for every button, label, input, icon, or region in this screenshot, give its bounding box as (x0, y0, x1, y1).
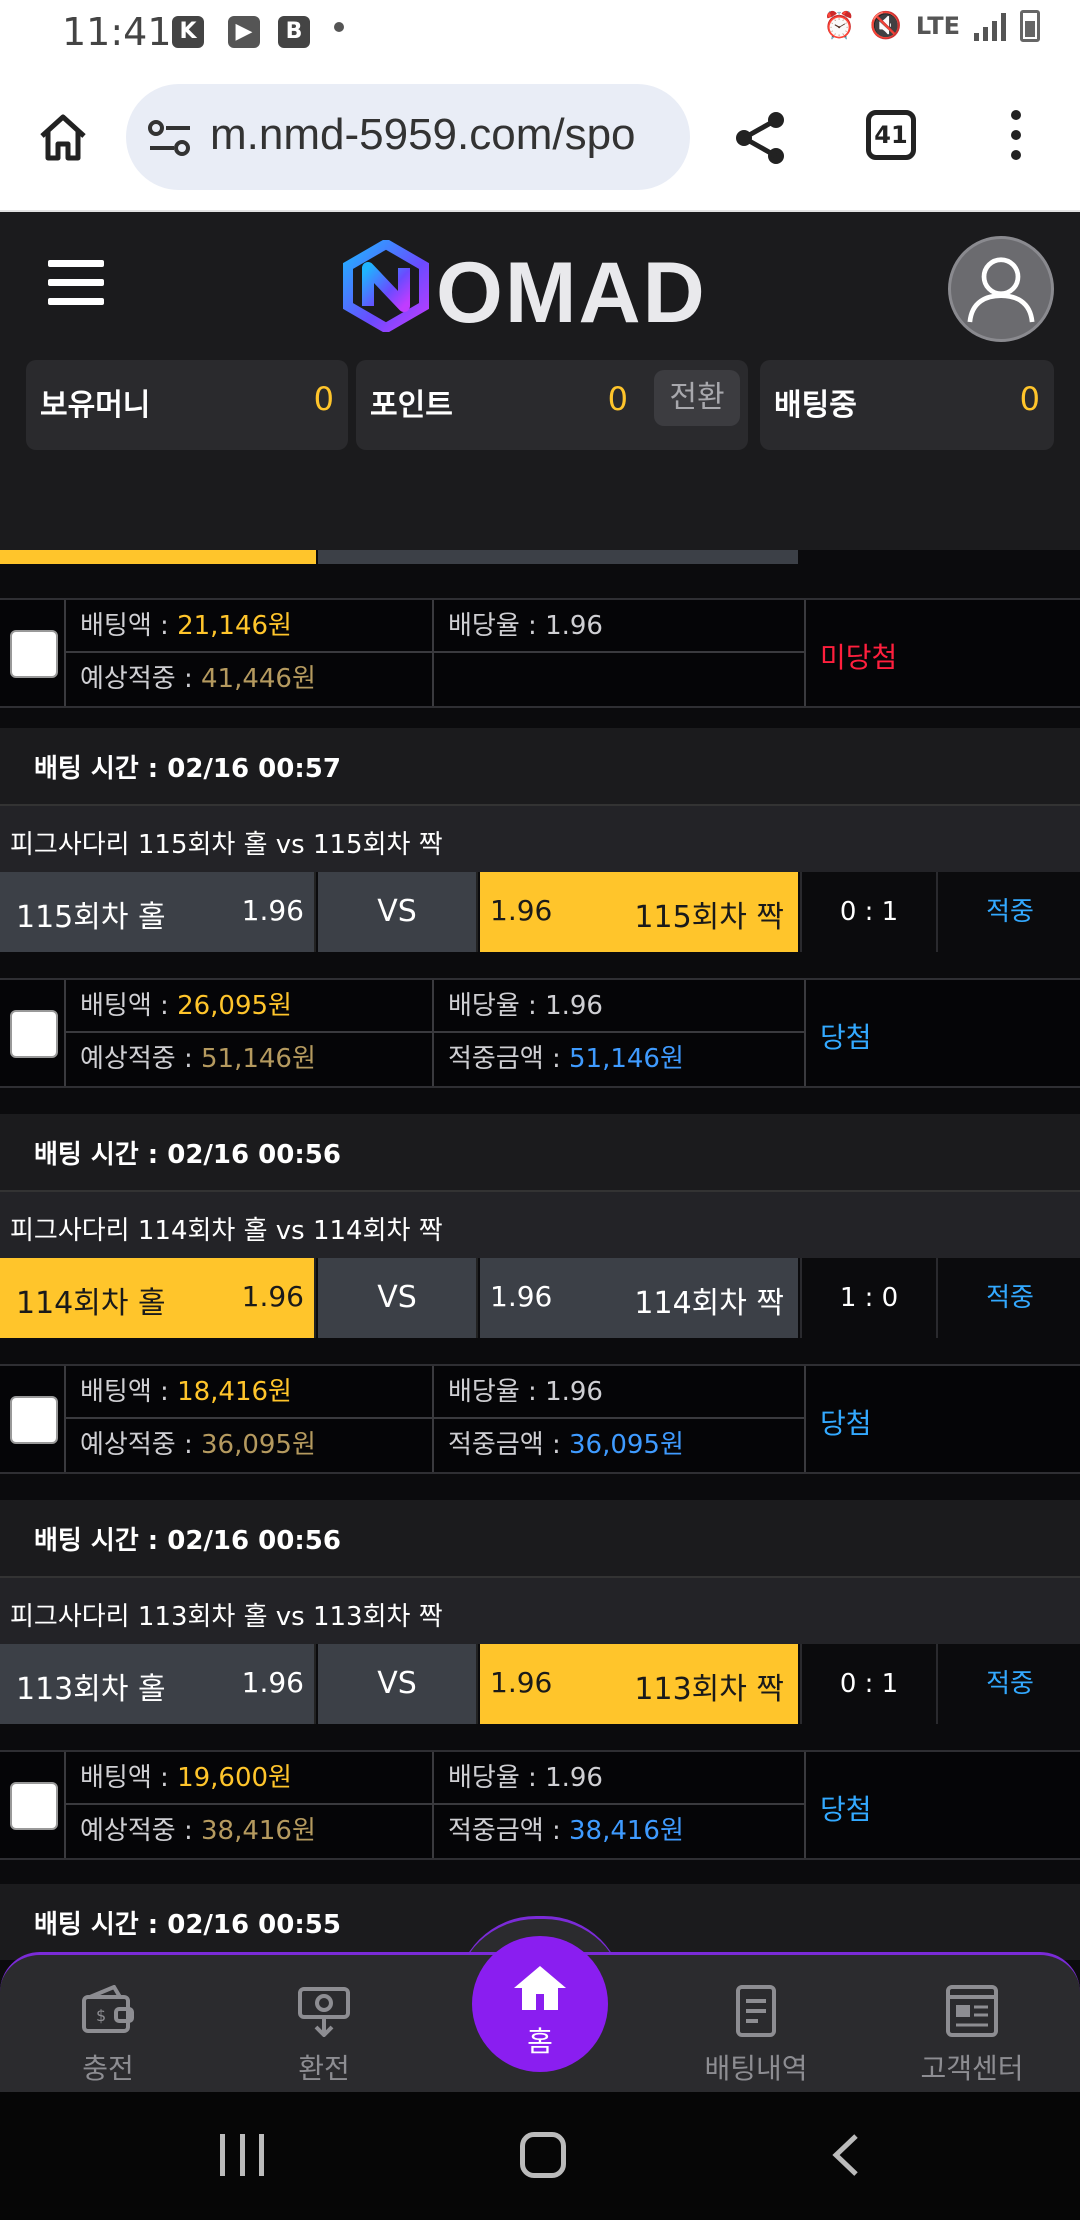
home-odds-option[interactable]: 115회차 홀 1.96 (0, 872, 316, 952)
site-settings-icon[interactable] (148, 120, 192, 156)
bet-result-block: 배팅액 : 26,095원 예상적중 : 51,146원 배당율 : 1.96 … (0, 978, 1080, 1088)
odds-value: 1.96 (545, 1763, 603, 1793)
odds-value: 1.96 (545, 611, 603, 641)
wallet-icon: $ (82, 1984, 134, 2033)
expected-win: 51,146원 (200, 1044, 316, 1074)
withdraw-icon (298, 1987, 350, 2038)
logo-text: OMAD (436, 245, 707, 341)
bet-select-checkbox[interactable] (10, 1782, 58, 1830)
logo-mark-icon (343, 240, 429, 332)
bet-select-checkbox[interactable] (10, 630, 58, 678)
game-title-row: 피그사다리 114회차 홀 vs 114회차 짝 (0, 1190, 1080, 1258)
bet-result-block: 배팅액 : 18,416원 예상적중 : 36,095원 배당율 : 1.96 … (0, 1364, 1080, 1474)
away-odds-option[interactable]: 1.96 115회차 짝 (480, 872, 798, 952)
lte-icon: LTE (915, 12, 960, 40)
battery-icon (1020, 10, 1040, 42)
site-header: OMAD 보유머니 0 포인트 0 전환 배팅중 0 (0, 212, 1080, 550)
previous-odds-row (0, 550, 1080, 566)
odds-value: 1.96 (545, 1377, 603, 1407)
hamburger-menu-icon[interactable] (48, 260, 104, 306)
site-logo[interactable]: OMAD (340, 240, 740, 341)
bet-time-row: 배팅 시간 : 02/16 00:57 (0, 728, 1080, 804)
mute-icon: 🔇 (869, 11, 902, 41)
odds-row: 115회차 홀 1.96 VS 1.96 115회차 짝 0 : 1 적중 (0, 872, 1080, 952)
bet-time-row: 배팅 시간 : 02/16 00:56 (0, 1500, 1080, 1576)
tab-switcher-icon[interactable]: 41 (866, 110, 916, 160)
game-result: 적중 (986, 897, 1034, 927)
bet-status: 당첨 (820, 1407, 872, 1440)
odds-row: 113회차 홀 1.96 VS 1.96 113회차 짝 0 : 1 적중 (0, 1644, 1080, 1724)
system-home-icon[interactable] (520, 2132, 566, 2178)
odds-row: 114회차 홀 1.96 VS 1.96 114회차 짝 1 : 0 적중 (0, 1258, 1080, 1338)
url-text[interactable]: m.nmd-5959.com/spo (210, 110, 636, 160)
away-odds-option[interactable]: 1.96 113회차 짝 (480, 1644, 798, 1724)
browser-toolbar: m.nmd-5959.com/spo 41 (0, 62, 1080, 212)
odds-value: 1.96 (545, 991, 603, 1021)
user-avatar-icon[interactable] (948, 236, 1054, 342)
bet-time-row: 배팅 시간 : 02/16 00:56 (0, 1114, 1080, 1190)
more-notifications-icon (334, 22, 344, 32)
bet-amount: 18,416원 (177, 1377, 292, 1407)
nav-customer-center[interactable]: 고객센터 (892, 1985, 1052, 2087)
url-bar[interactable]: m.nmd-5959.com/spo (126, 84, 690, 190)
bet-history-list[interactable]: 배팅액 : 21,146원 예상적중 : 41,446원 배당율 : 1.96 … (0, 550, 1080, 1960)
status-time: 11:41 (62, 10, 172, 54)
back-icon[interactable] (830, 2132, 860, 2178)
bet-status: 미당첨 (820, 641, 898, 674)
signal-icon (974, 11, 1006, 41)
vs-label: VS (318, 1644, 478, 1724)
expected-win: 41,446원 (200, 664, 316, 694)
share-icon[interactable] (732, 110, 788, 166)
system-navigation-bar (0, 2092, 1080, 2220)
convert-points-button[interactable]: 전환 (654, 370, 740, 426)
win-amount: 36,095원 (568, 1430, 684, 1460)
expected-win: 38,416원 (200, 1816, 316, 1846)
newspaper-icon (946, 1985, 998, 2037)
balance-betting: 배팅중 0 (760, 360, 1054, 450)
b-app-icon: B (278, 16, 310, 48)
bet-amount: 26,095원 (177, 991, 292, 1021)
bet-select-checkbox[interactable] (10, 1010, 58, 1058)
game-score: 1 : 0 (800, 1258, 938, 1338)
notification-app-icon: K (172, 16, 204, 48)
bet-result-block: 배팅액 : 19,600원 예상적중 : 38,416원 배당율 : 1.96 … (0, 1750, 1080, 1860)
nav-withdraw[interactable]: 환전 (244, 1985, 404, 2087)
game-result: 적중 (986, 1283, 1034, 1313)
document-icon (736, 1985, 776, 2037)
game-title-row: 피그사다리 115회차 홀 vs 115회차 짝 (0, 804, 1080, 872)
nav-home-button[interactable]: 홈 (472, 1936, 608, 2072)
game-title-row: 피그사다리 113회차 홀 vs 113회차 짝 (0, 1576, 1080, 1644)
home-odds-option[interactable]: 114회차 홀 1.96 (0, 1258, 316, 1338)
win-amount: 38,416원 (568, 1816, 684, 1846)
alarm-icon: ⏰ (823, 11, 856, 41)
nav-bet-history[interactable]: 배팅내역 (676, 1985, 836, 2087)
nav-deposit[interactable]: $ 충전 (28, 1984, 188, 2087)
bet-result-block: 배팅액 : 21,146원 예상적중 : 41,446원 배당율 : 1.96 … (0, 598, 1080, 708)
bet-amount: 21,146원 (177, 611, 292, 641)
vs-label: VS (318, 872, 478, 952)
balance-money: 보유머니 0 (26, 360, 348, 450)
home-odds-option[interactable]: 113회차 홀 1.96 (0, 1644, 316, 1724)
svg-text:$: $ (96, 2006, 106, 2025)
bet-amount: 19,600원 (177, 1763, 292, 1793)
game-score: 0 : 1 (800, 872, 938, 952)
away-odds-option[interactable]: 1.96 114회차 짝 (480, 1258, 798, 1338)
game-score: 0 : 1 (800, 1644, 938, 1724)
home-icon (514, 1966, 566, 2010)
browser-menu-icon[interactable] (1006, 110, 1026, 166)
game-result: 적중 (986, 1669, 1034, 1699)
status-bar: 11:41 K ▶ B ⏰ 🔇 LTE (0, 0, 1080, 62)
expected-win: 36,095원 (200, 1430, 316, 1460)
win-amount: 51,146원 (568, 1044, 684, 1074)
browser-home-icon[interactable] (36, 110, 90, 164)
bet-select-checkbox[interactable] (10, 1396, 58, 1444)
bet-status: 당첨 (820, 1793, 872, 1826)
play-app-icon: ▶ (228, 16, 260, 48)
vs-label: VS (318, 1258, 478, 1338)
recent-apps-icon[interactable] (220, 2134, 264, 2176)
bet-status: 당첨 (820, 1021, 872, 1054)
